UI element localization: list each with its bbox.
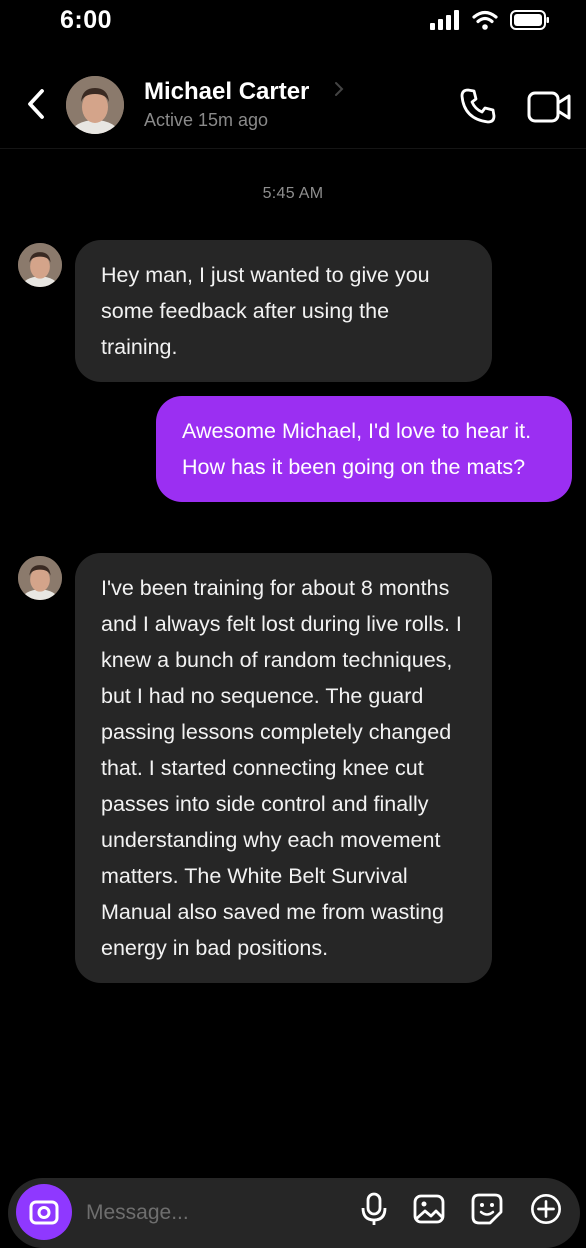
wifi-icon <box>472 10 498 30</box>
phone-icon[interactable] <box>458 86 498 126</box>
chevron-right-icon[interactable] <box>333 80 345 98</box>
video-camera-icon[interactable] <box>526 88 572 126</box>
avatar-portrait <box>66 76 124 134</box>
status-bar: 6:00 <box>0 0 586 46</box>
incoming-message-bubble[interactable]: I've been training for about 8 months an… <box>75 553 492 983</box>
message-input[interactable] <box>84 1197 338 1229</box>
camera-button[interactable] <box>16 1184 72 1240</box>
avatar-portrait <box>18 556 62 600</box>
message-avatar[interactable] <box>18 243 62 287</box>
battery-icon <box>510 10 549 30</box>
message-avatar[interactable] <box>18 556 62 600</box>
back-chevron-icon[interactable] <box>22 86 52 122</box>
conversation-header: Michael Carter Active 15m ago <box>0 62 586 149</box>
outgoing-message-bubble[interactable]: Awesome Michael, I'd love to hear it. Ho… <box>156 396 572 502</box>
plus-circle-icon[interactable] <box>530 1192 562 1226</box>
gallery-icon[interactable] <box>413 1192 445 1226</box>
cellular-signal-icon <box>430 10 459 30</box>
active-status: Active 15m ago <box>144 110 269 130</box>
avatar-portrait <box>18 243 62 287</box>
contact-name[interactable]: Michael Carter <box>144 78 309 106</box>
message-composer <box>8 1178 580 1248</box>
incoming-message-bubble[interactable]: Hey man, I just wanted to give you some … <box>75 240 492 382</box>
status-clock: 6:00 <box>60 6 113 34</box>
camera-icon <box>29 1200 59 1225</box>
status-icons <box>430 10 550 30</box>
microphone-icon[interactable] <box>358 1192 390 1226</box>
avatar[interactable] <box>66 76 124 134</box>
sticker-icon[interactable] <box>471 1192 503 1226</box>
message-timestamp: 5:45 AM <box>262 185 324 202</box>
